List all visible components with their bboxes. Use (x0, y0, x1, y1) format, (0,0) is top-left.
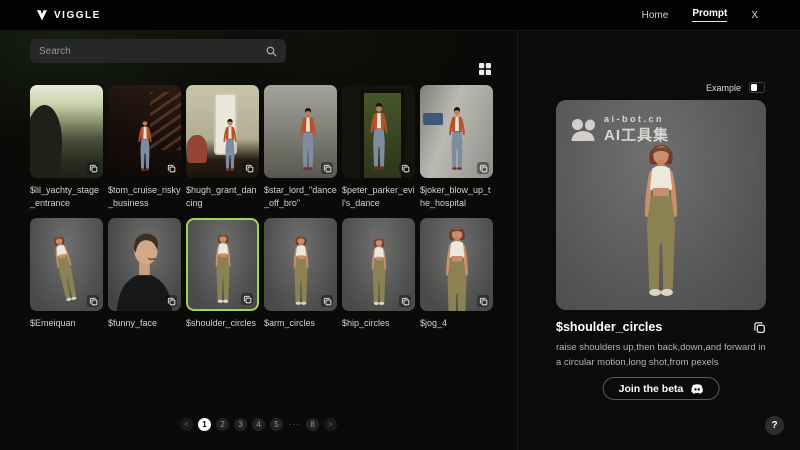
gallery-item-label: $jog_4 (420, 317, 493, 330)
copy-icon[interactable] (399, 162, 411, 174)
pagination-next[interactable]: > (324, 418, 337, 431)
copy-icon[interactable] (477, 162, 489, 174)
gallery-thumb[interactable] (30, 85, 103, 178)
header: VIGGLE Home Prompt X (0, 0, 800, 31)
join-beta-button[interactable]: Join the beta (603, 377, 720, 400)
gallery-item-label: $star_lord_"dance_off_bro" (264, 184, 337, 210)
gallery-item[interactable]: $lil_yachty_stage_entrance (30, 85, 103, 218)
gallery-thumb-selected[interactable] (186, 218, 259, 311)
search-bar[interactable] (30, 39, 286, 63)
copy-icon[interactable] (477, 295, 489, 307)
search-input[interactable] (39, 46, 266, 57)
copy-prompt-icon[interactable] (753, 321, 766, 334)
pagination-page-4[interactable]: 4 (252, 418, 265, 431)
gallery-item[interactable]: $shoulder_circles (186, 218, 259, 351)
pagination-page-2[interactable]: 2 (216, 418, 229, 431)
viggle-logo-icon (36, 9, 48, 21)
gallery-item-label: $shoulder_circles (186, 317, 259, 330)
gallery-item[interactable]: $peter_parker_evil's_dance (342, 85, 415, 218)
gallery-thumb[interactable] (108, 218, 181, 311)
grid-view-icon[interactable] (478, 62, 492, 76)
gallery-item-label: $lil_yachty_stage_entrance (30, 184, 103, 210)
gallery-thumb[interactable] (342, 85, 415, 178)
gallery-item[interactable]: $jog_4 (420, 218, 493, 351)
gallery-item[interactable]: $arm_circles (264, 218, 337, 351)
gallery-item[interactable]: $hip_circles (342, 218, 415, 351)
pagination-page-5[interactable]: 5 (270, 418, 283, 431)
gallery-item-label: $tom_cruise_risky_business (108, 184, 181, 210)
gallery-thumb[interactable] (342, 218, 415, 311)
example-toggle-row: Example (706, 82, 765, 93)
gallery-item-label: $Emeiquan (30, 317, 103, 330)
gallery-item-label: $hip_circles (342, 317, 415, 330)
gallery-item[interactable]: $joker_blow_up_the_hospital (420, 85, 493, 218)
toggle-handle (751, 84, 757, 91)
gallery-panel: $lil_yachty_stage_entrance$tom_cruise_ri… (0, 31, 517, 450)
gallery-thumb[interactable] (264, 85, 337, 178)
nav-item-x[interactable]: X (751, 10, 758, 21)
help-button[interactable]: ? (765, 416, 784, 435)
pagination-ellipsis[interactable]: ··· (288, 418, 301, 431)
pagination-page-8[interactable]: 8 (306, 418, 319, 431)
ai-bot-logo-icon (569, 118, 597, 142)
viggle-app: VIGGLE Home Prompt X $lil_yachty_stage_ent… (0, 0, 800, 450)
example-label: Example (706, 83, 741, 93)
pagination-page-1[interactable]: 1 (198, 418, 211, 431)
discord-icon (690, 384, 703, 394)
top-nav: Home Prompt X (642, 8, 758, 22)
gallery-item-label: $joker_blow_up_the_hospital (420, 184, 493, 210)
example-toggle[interactable] (749, 82, 765, 93)
preview-title: $shoulder_circles (556, 320, 662, 334)
copy-icon[interactable] (165, 162, 177, 174)
search-icon (266, 46, 277, 57)
copy-icon[interactable] (165, 295, 177, 307)
pagination-prev[interactable]: < (180, 418, 193, 431)
brand-name: VIGGLE (54, 10, 101, 21)
gallery-thumb[interactable] (108, 85, 181, 178)
gallery-item[interactable]: $Emeiquan (30, 218, 103, 351)
pagination-page-3[interactable]: 3 (234, 418, 247, 431)
copy-icon[interactable] (399, 295, 411, 307)
gallery-item-label: $arm_circles (264, 317, 337, 330)
gallery-item[interactable]: $tom_cruise_risky_business (108, 85, 181, 218)
watermark-line1: ai-bot.cn (604, 114, 669, 124)
gallery-item-label: $hugh_grant_dancing (186, 184, 259, 210)
gallery-item[interactable]: $hugh_grant_dancing (186, 85, 259, 218)
copy-icon[interactable] (321, 295, 333, 307)
gallery-item[interactable]: $funny_face (108, 218, 181, 351)
nav-item-home[interactable]: Home (642, 10, 669, 21)
gallery-item[interactable]: $star_lord_"dance_off_bro" (264, 85, 337, 218)
nav-item-prompt[interactable]: Prompt (692, 8, 727, 22)
gallery-thumb[interactable] (420, 218, 493, 311)
gallery-item-label: $peter_parker_evil's_dance (342, 184, 415, 210)
copy-icon[interactable] (321, 162, 333, 174)
template-gallery: $lil_yachty_stage_entrance$tom_cruise_ri… (30, 85, 493, 351)
brand[interactable]: VIGGLE (36, 9, 101, 21)
copy-icon[interactable] (241, 293, 253, 305)
join-beta-label: Join the beta (619, 383, 684, 395)
gallery-item-label: $funny_face (108, 317, 181, 330)
pagination: <12345 ··· 8 > (0, 418, 517, 431)
preview-panel: Example ai-bot.cn AI工具集 $shoulder_circle… (518, 31, 800, 450)
gallery-thumb[interactable] (420, 85, 493, 178)
preview-description: raise shoulders up,then back,down,and fo… (556, 340, 770, 370)
copy-icon[interactable] (87, 295, 99, 307)
preview-character (617, 139, 706, 305)
copy-icon[interactable] (243, 162, 255, 174)
preview-image[interactable]: ai-bot.cn AI工具集 (556, 100, 766, 310)
gallery-thumb[interactable] (186, 85, 259, 178)
preview-title-row: $shoulder_circles (556, 320, 766, 334)
copy-icon[interactable] (87, 162, 99, 174)
gallery-thumb[interactable] (264, 218, 337, 311)
gallery-thumb[interactable] (30, 218, 103, 311)
